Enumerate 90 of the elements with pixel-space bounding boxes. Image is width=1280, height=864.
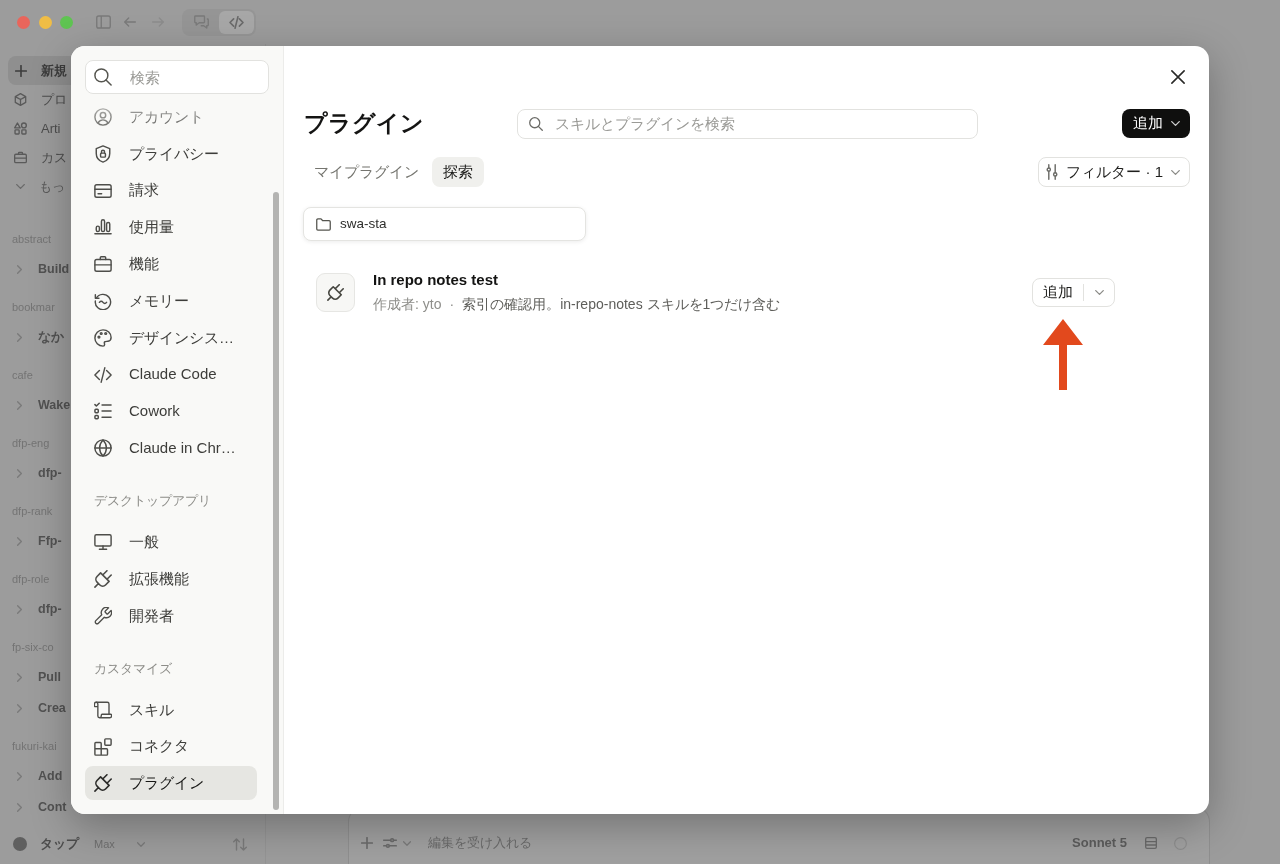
page-title: プラグイン — [304, 109, 424, 138]
chevron-right-icon — [17, 673, 22, 682]
section-header: デスクトップアプリ — [94, 492, 211, 511]
wrench-icon — [94, 606, 112, 625]
plugin-description: 索引の確認用。in-repo-notes スキルを1つだけ含む — [462, 295, 781, 314]
window-minimize-button[interactable] — [38, 15, 52, 29]
chevron-right-icon — [17, 401, 22, 410]
search-icon — [94, 68, 112, 86]
chevron-down-icon — [1094, 289, 1104, 295]
chevron-right-icon — [17, 803, 22, 812]
folder-filter-chip[interactable]: swa-sta — [303, 207, 586, 241]
chevron-right-icon — [17, 704, 22, 713]
tab[interactable]: マイプラグイン — [304, 157, 429, 187]
chevron-down-icon — [403, 840, 411, 846]
checklist-icon — [94, 402, 112, 421]
shield-lock-icon — [94, 144, 112, 163]
add-button[interactable]: 追加 — [1033, 278, 1083, 306]
sidebar-item[interactable]: Cowork — [85, 394, 257, 429]
sidebar-item[interactable]: Claude in Chr… — [85, 431, 257, 466]
chevron-right-icon — [17, 469, 22, 478]
tab[interactable]: 探索 — [432, 157, 484, 187]
plug-icon — [94, 569, 112, 588]
code-icon — [94, 365, 112, 384]
circle-icon — [1174, 836, 1187, 850]
account-name: タップ — [40, 835, 79, 854]
close-icon — [1171, 70, 1185, 84]
folder-icon — [316, 217, 331, 231]
briefcase-icon — [94, 255, 112, 274]
window-close-button[interactable] — [17, 15, 30, 29]
scrollbar[interactable] — [273, 192, 279, 810]
sidebar-item[interactable]: アカウント — [85, 100, 257, 134]
sidebar-item[interactable]: デザインシス… — [85, 320, 257, 355]
stack-icon — [1145, 837, 1157, 849]
sidebar-item[interactable]: Claude Code — [85, 357, 257, 392]
sidebar-item[interactable]: コネクタ — [85, 729, 257, 764]
up-arrow-icon — [1043, 319, 1083, 390]
chevron-right-icon — [17, 772, 22, 781]
sidebar-item[interactable]: メモリー — [85, 284, 257, 318]
search-field[interactable]: スキルとプラグインを検索 — [516, 108, 978, 139]
sidebar-item[interactable]: スキル — [85, 692, 257, 727]
briefcase-icon — [14, 151, 27, 164]
scroll-icon — [94, 700, 112, 719]
shapes-icon — [14, 122, 27, 135]
person-icon — [94, 108, 112, 126]
window-zoom-button[interactable] — [60, 15, 73, 29]
plug-icon — [327, 283, 344, 301]
chevron-right-icon — [17, 537, 22, 546]
add-button[interactable]: 追加 — [1122, 109, 1190, 138]
chevron-down-icon — [1171, 121, 1180, 126]
plus-icon — [15, 64, 27, 77]
globe-icon — [94, 439, 112, 458]
sidebar-item[interactable]: 使用量 — [85, 210, 257, 245]
sidebar-item[interactable]: 拡張機能 — [85, 561, 257, 596]
swap-arrows-icon — [233, 837, 247, 851]
chevron-right-icon — [17, 333, 22, 342]
code-icon — [228, 15, 244, 29]
blocks-icon — [94, 737, 112, 756]
credit-card-icon — [94, 181, 112, 200]
sidebar-item[interactable]: プラグイン — [85, 766, 257, 801]
plugin-name: In repo notes test — [373, 270, 499, 290]
back-arrow-icon[interactable] — [123, 17, 136, 27]
code-view-tab[interactable] — [218, 10, 254, 34]
sidebar-toggle-icon[interactable] — [95, 15, 111, 29]
section-header: カスタマイズ — [94, 659, 172, 678]
search-icon — [528, 116, 543, 131]
bar-chart-icon — [94, 218, 112, 237]
plug-icon — [94, 774, 112, 793]
sidebar-item[interactable]: 一般 — [85, 525, 257, 560]
chevron-down-icon — [1171, 169, 1180, 175]
chevron-down-icon — [16, 184, 25, 189]
cube-icon — [14, 93, 27, 106]
avatar-icon — [13, 837, 27, 851]
sidebar-item[interactable]: 機能 — [85, 247, 257, 282]
sliders-icon — [383, 838, 397, 848]
plus-icon — [361, 837, 373, 849]
separator-dot: · — [449, 295, 455, 314]
sidebar-item[interactable]: プライバシー — [85, 136, 257, 171]
chevron-right-icon — [17, 265, 22, 274]
search-field[interactable]: 検索 — [85, 60, 269, 94]
chevron-right-icon — [17, 605, 22, 614]
filter-button[interactable]: フィルター · 1 — [1038, 157, 1190, 187]
palette-icon — [94, 328, 112, 347]
chat-bubbles-icon — [193, 15, 209, 29]
author-text: 作成者: yto — [373, 295, 442, 314]
sidebar-item[interactable]: 請求 — [85, 173, 257, 208]
sliders-icon — [1046, 164, 1059, 180]
chevron-down-icon — [136, 841, 145, 847]
history-icon — [94, 292, 112, 310]
monitor-icon — [94, 533, 112, 552]
sidebar-item[interactable]: 開発者 — [85, 598, 257, 633]
